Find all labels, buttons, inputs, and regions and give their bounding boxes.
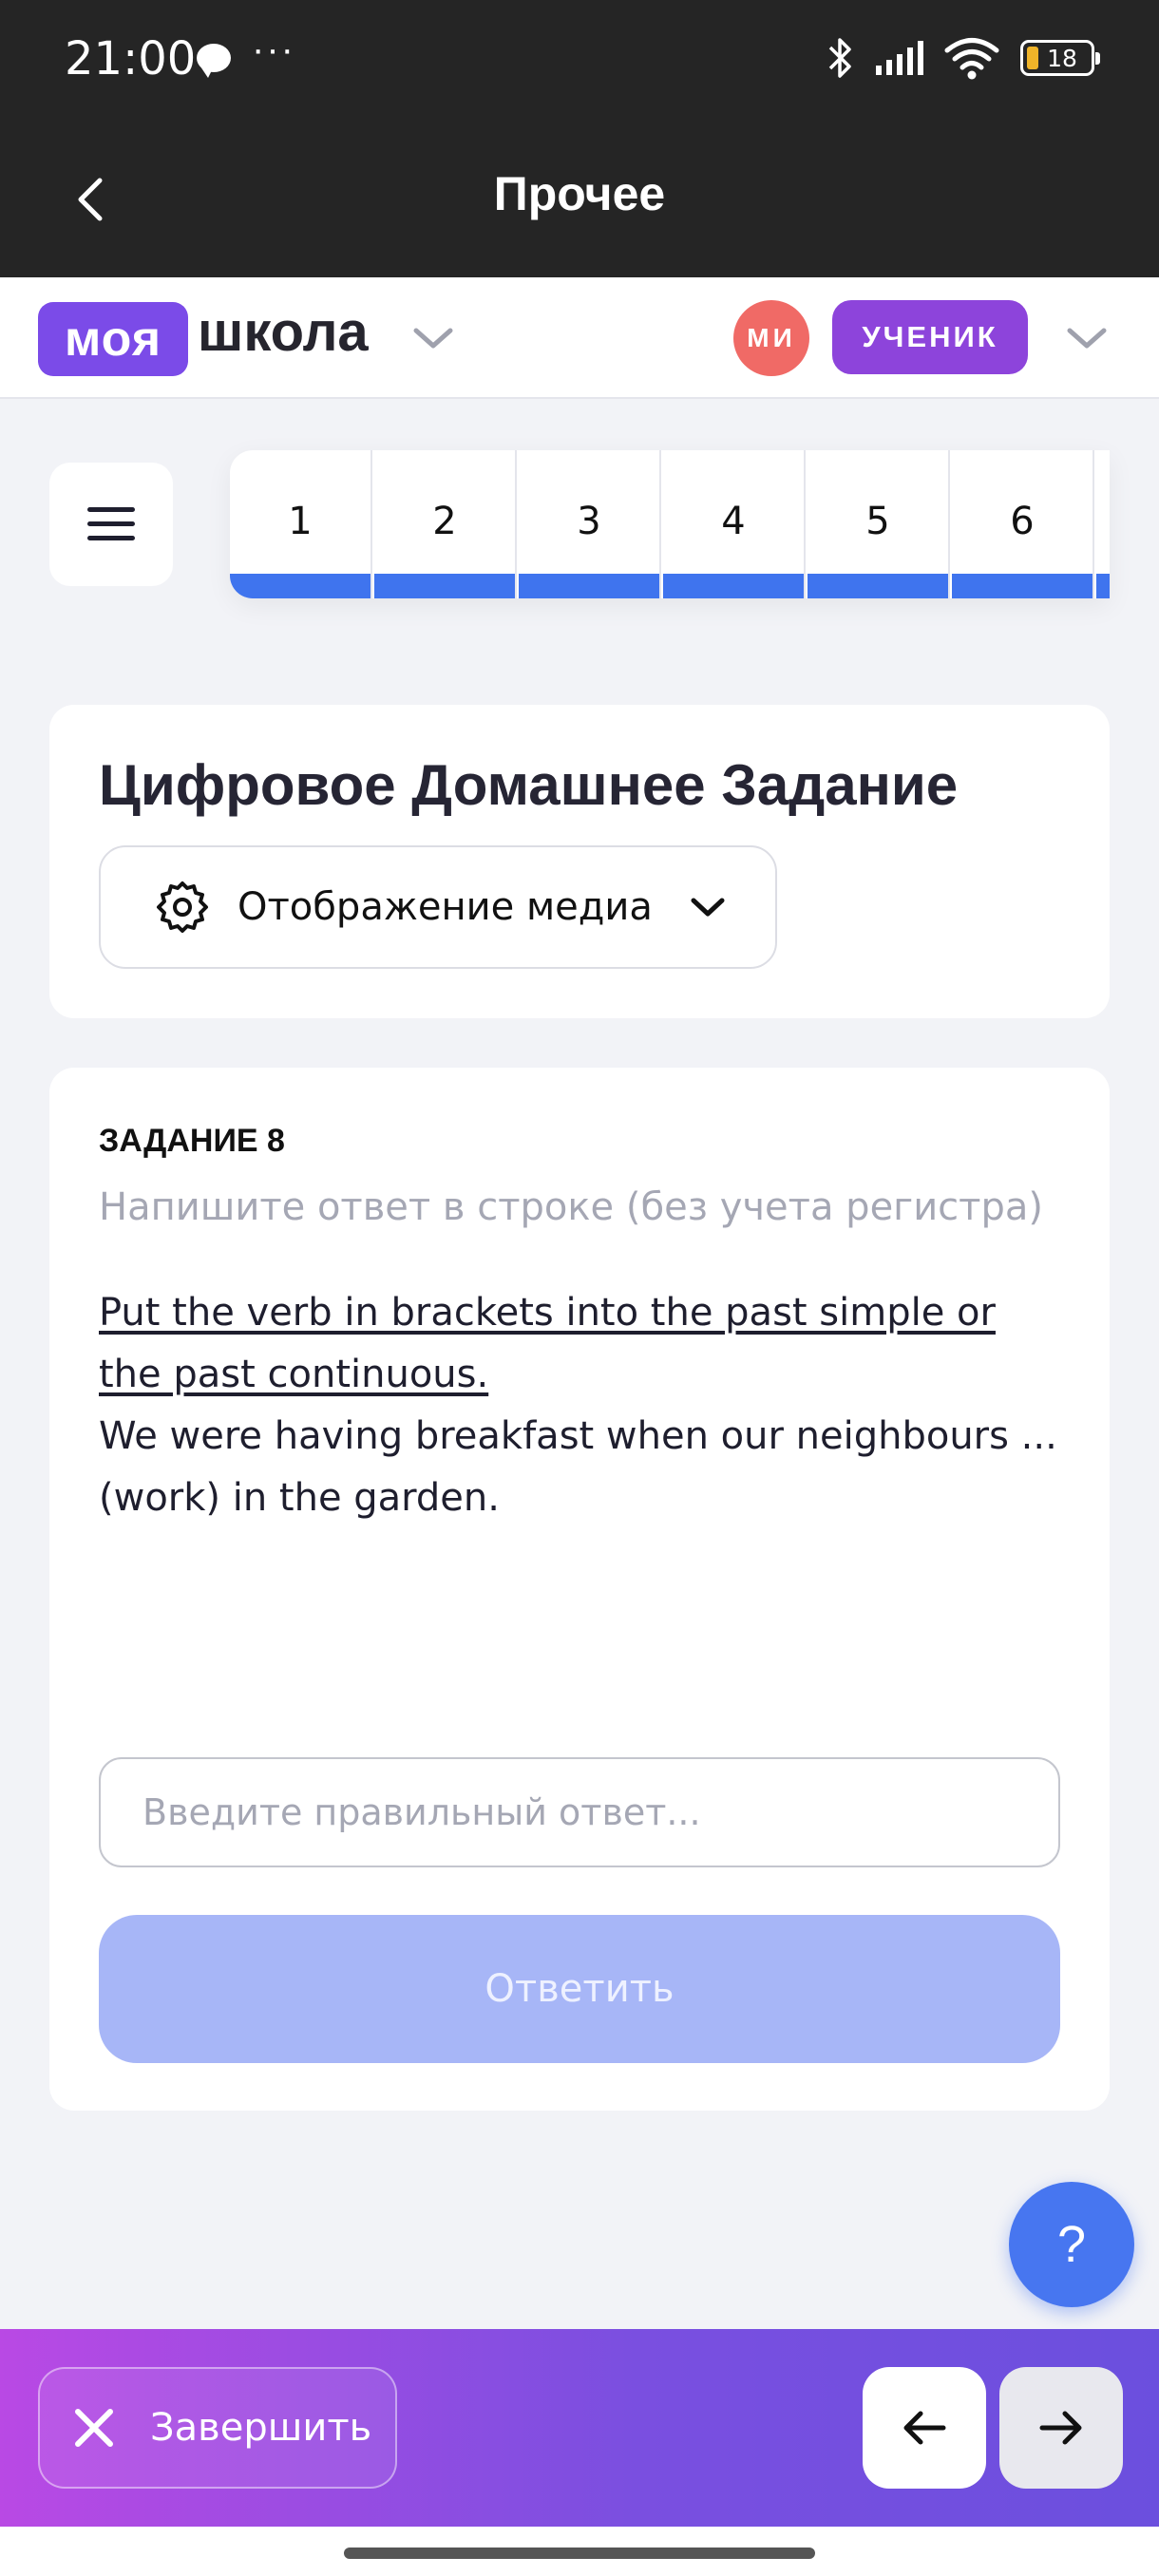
task-instruction: Put the verb in brackets into the past s… (99, 1291, 996, 1396)
gear-icon (157, 881, 208, 933)
homework-card: Цифровое Домашнее Задание Отображение ме… (49, 705, 1110, 1018)
question-nav-item-next[interactable] (1096, 450, 1110, 598)
logo-shkola[interactable]: школа (198, 300, 369, 364)
role-badge[interactable]: УЧЕНИК (832, 300, 1028, 374)
close-icon (75, 2409, 113, 2447)
chevron-down-icon[interactable] (1064, 323, 1110, 351)
question-nav-item-6[interactable]: 6 (952, 450, 1094, 598)
finish-label: Завершить (150, 2406, 372, 2450)
finish-button[interactable]: Завершить (38, 2367, 397, 2489)
app-bar: Прочее (0, 119, 1159, 277)
status-time: 21:00 (65, 32, 197, 85)
question-nav: 1 2 3 4 5 6 (230, 450, 1110, 598)
chevron-down-icon (691, 898, 725, 917)
submit-answer-button[interactable]: Ответить (99, 1915, 1060, 2063)
chat-notification-icon (197, 44, 231, 78)
question-nav-item-3[interactable]: 3 (519, 450, 661, 598)
bottom-bar: Завершить (0, 2329, 1159, 2527)
chevron-down-icon[interactable] (410, 323, 456, 351)
task-hint: Напишите ответ в строке (без учета регис… (99, 1185, 1043, 1229)
avatar[interactable]: МИ (733, 300, 809, 376)
next-button[interactable] (999, 2367, 1123, 2489)
question-nav-item-4[interactable]: 4 (663, 450, 806, 598)
system-nav-bar (0, 2527, 1159, 2576)
battery-icon: 18 (1020, 40, 1100, 76)
task-sentence: We were having breakfast when our neighb… (99, 1414, 1057, 1520)
answer-input[interactable] (99, 1757, 1060, 1867)
battery-level: 18 (1047, 44, 1077, 72)
more-notifications-icon: ··· (252, 28, 295, 70)
signal-icon (876, 41, 923, 75)
bluetooth-icon (828, 38, 851, 78)
question-nav-item-2[interactable]: 2 (374, 450, 517, 598)
logo-moya[interactable]: моя (38, 302, 188, 376)
task-number: ЗАДАНИЕ 8 (99, 1123, 285, 1159)
page-title: Прочее (493, 167, 666, 220)
task-text: Put the verb in brackets into the past s… (99, 1282, 1058, 1529)
wifi-icon (944, 38, 999, 80)
previous-button[interactable] (863, 2367, 986, 2489)
task-card: ЗАДАНИЕ 8 Напишите ответ в строке (без у… (49, 1068, 1110, 2111)
homework-title: Цифровое Домашнее Задание (99, 753, 959, 817)
menu-button[interactable] (49, 463, 173, 586)
status-bar: 21:00 ··· 18 (0, 0, 1159, 119)
arrow-left-icon (903, 2411, 946, 2445)
arrow-right-icon (1039, 2411, 1082, 2445)
status-icons: 18 (826, 34, 1100, 82)
help-button[interactable]: ? (1009, 2182, 1134, 2307)
hamburger-icon (87, 507, 135, 540)
home-indicator[interactable] (344, 2548, 815, 2559)
school-header: моя школа МИ УЧЕНИК (0, 277, 1159, 399)
question-nav-item-5[interactable]: 5 (808, 450, 950, 598)
question-nav-item-1[interactable]: 1 (230, 450, 372, 598)
media-display-label: Отображение медиа (238, 885, 653, 929)
media-display-dropdown[interactable]: Отображение медиа (99, 845, 777, 969)
